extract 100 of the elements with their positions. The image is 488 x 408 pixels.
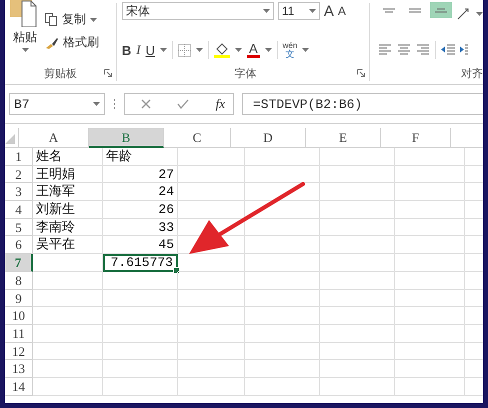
align-center-icon[interactable] <box>397 44 411 56</box>
caret-icon <box>264 48 272 52</box>
formula-field[interactable]: =STDEVP(B2:B6) <box>242 93 483 115</box>
enter-icon[interactable] <box>177 99 190 109</box>
align-lines-icon <box>383 8 395 12</box>
underline-button[interactable]: U <box>146 42 155 58</box>
insert-function-button[interactable]: fx <box>216 96 225 112</box>
row-header[interactable]: 4 <box>5 201 33 219</box>
group-label: 字体 <box>234 66 256 80</box>
row-header[interactable]: 9 <box>5 290 33 308</box>
row-header[interactable]: 2 <box>5 166 33 184</box>
caret-icon <box>160 48 167 52</box>
copy-icon <box>45 13 58 26</box>
table-cell <box>33 307 103 325</box>
table-cell: 姓名 <box>33 148 103 166</box>
table-cell: 王明娟 <box>33 166 103 184</box>
table-cell <box>178 290 245 308</box>
grip-icon <box>113 98 116 110</box>
caret-icon <box>22 48 28 52</box>
table-cell <box>178 324 245 343</box>
phonetic-button[interactable]: wén 文 <box>282 41 298 59</box>
row-header[interactable]: 13 <box>5 360 33 378</box>
shrink-font-button[interactable]: A <box>338 4 346 18</box>
table-cell: 45 <box>103 236 178 254</box>
table-cell <box>33 378 103 396</box>
table-cell <box>178 360 245 378</box>
font-color-button[interactable]: A <box>246 42 260 58</box>
row-header[interactable]: 3 <box>5 183 33 202</box>
table-cell: 刘新生 <box>33 201 103 219</box>
borders-icon[interactable] <box>178 44 191 56</box>
table-cell <box>395 201 465 219</box>
table-cell <box>178 201 245 219</box>
row-header[interactable]: 14 <box>5 378 33 396</box>
table-cell: 27 <box>103 166 178 184</box>
row-header[interactable]: 12 <box>5 342 33 360</box>
table-cell: 李南玲 <box>33 218 103 236</box>
row-header[interactable]: 11 <box>5 324 33 343</box>
bottom-align-button[interactable] <box>430 2 452 18</box>
table-cell <box>33 324 103 343</box>
caret-icon <box>93 102 100 106</box>
caret-icon <box>262 9 270 13</box>
table-cell <box>395 360 465 378</box>
align-right-icon[interactable] <box>416 44 430 56</box>
table-cell <box>178 272 245 290</box>
decrease-indent-icon[interactable] <box>441 44 455 56</box>
bold-button[interactable]: B <box>122 42 132 58</box>
column-header[interactable]: F <box>381 128 451 148</box>
row-header[interactable]: 8 <box>5 272 33 290</box>
table-cell <box>33 254 103 272</box>
table-cell <box>395 272 465 290</box>
increase-indent-icon[interactable] <box>460 44 468 56</box>
caret-icon <box>302 48 310 52</box>
table-cell <box>33 290 103 308</box>
row-header[interactable]: 5 <box>5 218 33 236</box>
table-cell: 吴平在 <box>33 236 103 254</box>
column-header[interactable]: E <box>306 128 381 148</box>
table-cell <box>178 342 245 360</box>
italic-button[interactable]: I <box>136 42 141 58</box>
grow-font-button[interactable]: A <box>324 2 334 20</box>
table-cell <box>395 166 465 184</box>
column-header[interactable]: B <box>89 128 164 148</box>
row-header[interactable]: 7 <box>5 254 33 272</box>
table-cell <box>395 307 465 325</box>
column-header[interactable]: D <box>231 128 306 148</box>
fill-handle[interactable] <box>173 266 180 274</box>
table-cell <box>33 342 103 360</box>
paste-button[interactable]: 粘贴 <box>5 0 45 65</box>
font-name-field[interactable]: 宋体 <box>122 2 274 20</box>
dialog-launcher-icon[interactable] <box>357 69 365 77</box>
column-header[interactable]: C <box>164 128 231 148</box>
brush-icon <box>45 36 59 49</box>
cancel-icon[interactable] <box>141 99 151 109</box>
row-header[interactable]: 1 <box>5 148 33 166</box>
fill-color-icon[interactable] <box>214 42 230 58</box>
table-cell <box>178 148 245 166</box>
caret-icon <box>234 48 242 52</box>
table-cell: 年龄 <box>103 148 178 166</box>
table-cell: 王海军 <box>33 183 103 202</box>
table-cell <box>395 342 465 360</box>
dialog-launcher-icon[interactable] <box>104 69 112 77</box>
table-cell <box>395 290 465 308</box>
row-header[interactable]: 10 <box>5 307 33 325</box>
table-cell <box>395 236 465 254</box>
table-cell: 24 <box>103 183 178 202</box>
font-size-field[interactable]: 11 <box>278 2 320 20</box>
table-cell <box>33 360 103 378</box>
table-cell: 33 <box>103 218 178 236</box>
table-cell <box>395 254 465 272</box>
copy-button[interactable]: 复制 <box>45 11 99 28</box>
table-cell <box>33 272 103 290</box>
table-cell <box>178 378 245 396</box>
format-painter-button[interactable]: 格式刷 <box>45 34 99 51</box>
table-cell <box>395 324 465 343</box>
table-cell: 26 <box>103 201 178 219</box>
caret-icon <box>196 48 203 52</box>
name-box[interactable]: B7 <box>9 93 105 115</box>
group-label: 剪贴板 <box>44 66 77 80</box>
active-cell: 7.615773 <box>103 254 178 272</box>
table-cell <box>178 183 245 202</box>
align-left-icon[interactable] <box>378 44 392 56</box>
